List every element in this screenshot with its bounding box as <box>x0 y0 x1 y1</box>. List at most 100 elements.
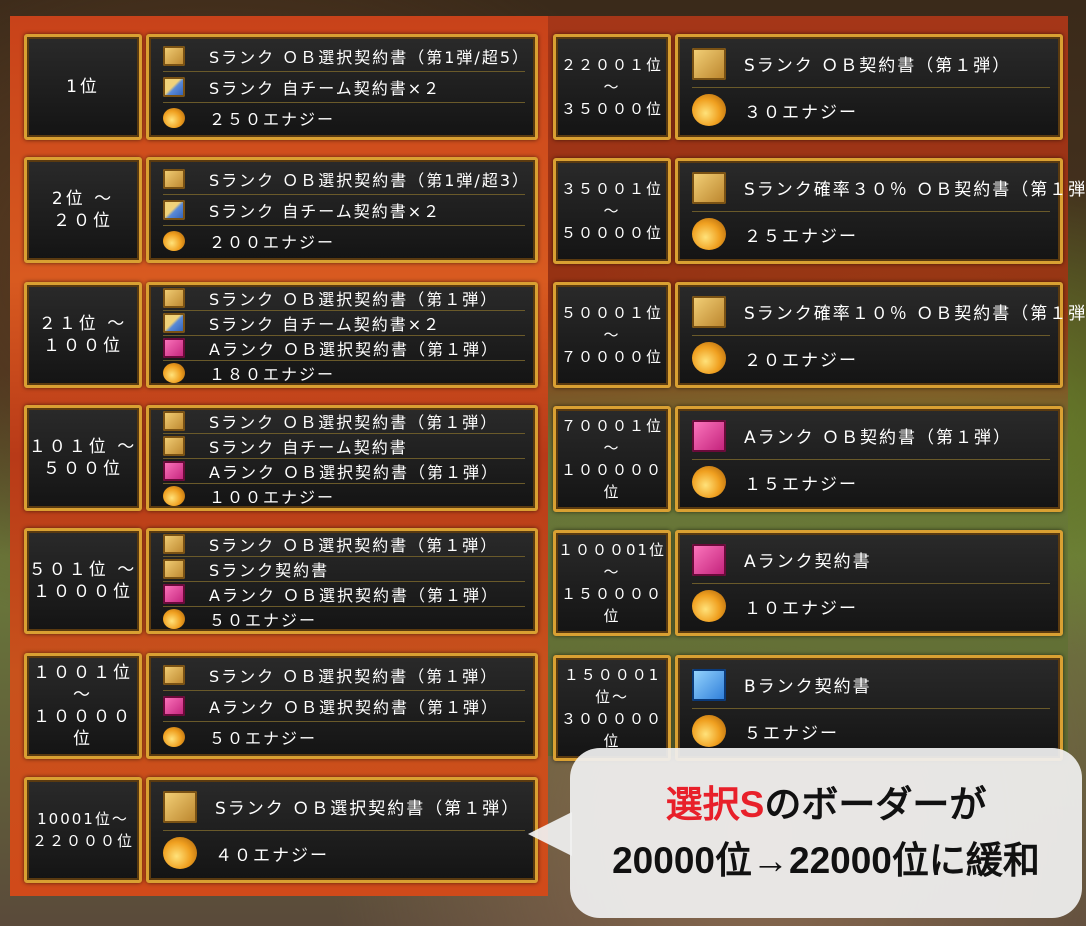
energy-icon <box>692 342 726 375</box>
reward-label: Sランク 自チーム契約書×２ <box>209 79 442 98</box>
s-contract-gold-icon <box>692 47 726 80</box>
energy-icon <box>163 837 197 870</box>
reward-item: Sランク確率１０％ ＯＢ契約書（第１弾） <box>692 289 1086 336</box>
reward-item: １５エナジー <box>692 460 1050 506</box>
reward-label: Sランク ＯＢ選択契約書（第１弾） <box>209 289 499 309</box>
left-tier-row: 10001位～ ２２０００位 Sランク ＯＢ選択契約書（第１弾） ４０エナジー <box>24 777 538 883</box>
rank-range-label: 2位 ～ ２０位 <box>24 157 142 263</box>
s-team-contract-icon <box>163 77 185 97</box>
reward-item: ５０エナジー <box>163 607 525 631</box>
b-contract-blue-icon <box>692 668 726 701</box>
reward-item: Sランク確率３０％ ＯＢ契約書（第１弾） <box>692 165 1086 212</box>
reward-item: Aランク ＯＢ契約書（第１弾） <box>692 413 1050 460</box>
reward-label: Sランク ＯＢ選択契約書（第１弾） <box>209 667 499 686</box>
right-tier-row: ２２００１位～ ３５０００位 Sランク ＯＢ契約書（第１弾） ３０エナジー <box>553 34 1063 140</box>
a-contract-pink-icon <box>163 460 185 481</box>
reward-label: Sランク ＯＢ選択契約書（第１弾） <box>209 412 499 432</box>
reward-list: Sランク確率１０％ ＯＢ契約書（第１弾） ２０エナジー <box>675 282 1086 388</box>
rank-range-label: １０００01位～ １５００００位 <box>553 530 671 636</box>
rank-range-label: ２１位 ～ １００位 <box>24 282 142 388</box>
reward-label: Sランク ＯＢ選択契約書（第1弾/超5） <box>209 48 530 67</box>
a-contract-pink-icon <box>163 583 185 604</box>
reward-item: Sランク ＯＢ契約書（第１弾） <box>692 41 1050 88</box>
reward-item: Sランク 自チーム契約書×２ <box>163 311 525 336</box>
rank-range-label: ５０１位 ～ １０００位 <box>24 528 142 634</box>
reward-label: Aランク ＯＢ選択契約書（第１弾） <box>209 462 500 482</box>
left-tier-row: １００１位 ～ １００００位 Sランク ＯＢ選択契約書（第１弾） Aランク ＯＢ選択… <box>24 653 538 759</box>
reward-label: Sランク ＯＢ契約書（第１弾） <box>744 56 1012 77</box>
reward-item: Sランク契約書 <box>163 557 525 582</box>
a-contract-pink-icon <box>163 696 185 716</box>
reward-item: ３０エナジー <box>692 88 1050 134</box>
reward-item: Aランク ＯＢ選択契約書（第１弾） <box>163 691 525 722</box>
reward-list: Aランク ＯＢ契約書（第１弾） １５エナジー <box>675 406 1063 512</box>
rank-range-label: ７０００１位～ １０００００位 <box>553 406 671 512</box>
rank-range-label: １５０００1位～ ３０００００位 <box>553 655 671 761</box>
energy-icon <box>692 590 726 623</box>
s-contract-gold-icon <box>163 533 185 554</box>
reward-label: １８０エナジー <box>209 364 336 384</box>
right-tier-row: ５０００１位～ ７００００位 Sランク確率１０％ ＯＢ契約書（第１弾） ２０エナジー <box>553 282 1086 388</box>
right-tier-row: １５０００1位～ ３０００００位 Bランク契約書 ５エナジー <box>553 655 1063 761</box>
reward-label: ５０エナジー <box>209 729 318 748</box>
reward-list: Sランク ＯＢ選択契約書（第１弾） ４０エナジー <box>146 777 538 883</box>
reward-label: Sランク契約書 <box>209 560 330 580</box>
s-contract-gold-icon <box>163 558 185 579</box>
reward-label: ４０エナジー <box>215 845 329 866</box>
s-contract-gold-icon <box>163 169 185 189</box>
energy-icon <box>163 608 185 629</box>
s-team-contract-icon <box>163 200 185 220</box>
s-contract-gold-icon <box>163 790 197 823</box>
reward-item: Sランク 自チーム契約書×２ <box>163 195 525 226</box>
callout-line-1: 選択Sのボーダーが <box>666 777 987 833</box>
reward-item: Sランク ＯＢ選択契約書（第1弾/超3） <box>163 164 528 195</box>
left-tier-row: １０１位 ～ ５００位 Sランク ＯＢ選択契約書（第１弾） Sランク 自チーム契約書… <box>24 405 538 511</box>
reward-list: Aランク契約書 １０エナジー <box>675 530 1063 636</box>
reward-item: ２５０エナジー <box>163 103 525 133</box>
reward-label: Aランク契約書 <box>744 552 872 573</box>
rank-range-label: ３５００１位～ ５００００位 <box>553 158 671 264</box>
reward-item: ２００エナジー <box>163 226 525 256</box>
reward-item: １００エナジー <box>163 484 525 508</box>
reward-item: Sランク ＯＢ選択契約書（第１弾） <box>163 532 525 557</box>
left-tier-row: 2位 ～ ２０位 Sランク ＯＢ選択契約書（第1弾/超3） Sランク 自チーム契約書… <box>24 157 538 263</box>
a-contract-pink-icon <box>692 419 726 452</box>
s-contract-gold-icon <box>692 295 726 328</box>
reward-label: Sランク確率１０％ ＯＢ契約書（第１弾） <box>744 304 1086 325</box>
reward-item: Sランク ＯＢ選択契約書（第1弾/超5） <box>163 41 528 72</box>
rank-range-label: ２２００１位～ ３５０００位 <box>553 34 671 140</box>
reward-label: Sランク 自チーム契約書×２ <box>209 202 442 221</box>
reward-label: Sランク ＯＢ選択契約書（第1弾/超3） <box>209 171 530 190</box>
reward-item: Sランク 自チーム契約書 <box>163 434 525 459</box>
reward-item: Aランク ＯＢ選択契約書（第１弾） <box>163 582 525 607</box>
callout-bubble: 選択Sのボーダーが 20000位→22000位に緩和 <box>570 748 1082 918</box>
rank-range-label: 10001位～ ２２０００位 <box>24 777 142 883</box>
s-contract-gold-icon <box>692 171 726 204</box>
reward-list: Sランク ＯＢ選択契約書（第１弾） Sランク 自チーム契約書 Aランク ＯＢ選択契約… <box>146 405 538 511</box>
reward-label: Aランク ＯＢ契約書（第１弾） <box>744 428 1013 449</box>
left-tier-row: ２１位 ～ １００位 Sランク ＯＢ選択契約書（第１弾） Sランク 自チーム契約書×… <box>24 282 538 388</box>
energy-icon <box>163 362 185 383</box>
reward-label: ２５０エナジー <box>209 110 336 129</box>
reward-list: Bランク契約書 ５エナジー <box>675 655 1063 761</box>
rank-range-label: 1位 <box>24 34 142 140</box>
reward-label: Aランク ＯＢ選択契約書（第１弾） <box>209 585 500 605</box>
reward-list: Sランク ＯＢ選択契約書（第１弾） Sランク 自チーム契約書×２ Aランク ＯＢ選択… <box>146 282 538 388</box>
s-contract-gold-icon <box>163 435 185 456</box>
energy-icon <box>163 727 185 747</box>
energy-icon <box>692 218 726 251</box>
rank-range-label: ５０００１位～ ７００００位 <box>553 282 671 388</box>
reward-label: ２００エナジー <box>209 233 336 252</box>
reward-label: １０エナジー <box>744 598 858 619</box>
reward-label: Sランク確率３０％ ＯＢ契約書（第１弾） <box>744 180 1086 201</box>
reward-list: Sランク確率３０％ ＯＢ契約書（第１弾） ２５エナジー <box>675 158 1086 264</box>
energy-icon <box>692 94 726 127</box>
s-contract-gold-icon <box>163 46 185 66</box>
reward-label: Aランク ＯＢ選択契約書（第１弾） <box>209 698 500 717</box>
reward-item: Sランク 自チーム契約書×２ <box>163 72 525 103</box>
reward-label: ５０エナジー <box>209 610 318 630</box>
left-tier-row: ５０１位 ～ １０００位 Sランク ＯＢ選択契約書（第１弾） Sランク契約書 Aランク… <box>24 528 538 634</box>
rank-range-label: １００１位 ～ １００００位 <box>24 653 142 759</box>
reward-label: Sランク 自チーム契約書 <box>209 437 408 457</box>
callout-tail <box>528 812 572 856</box>
